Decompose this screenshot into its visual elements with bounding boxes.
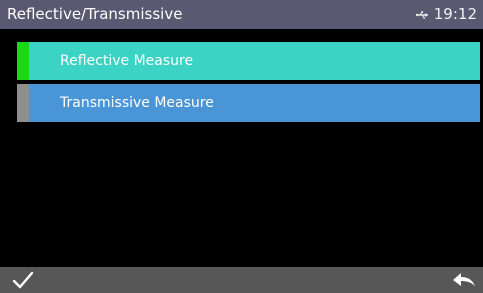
transmissive-measure-item[interactable]: Transmissive Measure	[17, 84, 480, 122]
top-status-bar: Reflective/Transmissive 19:12	[0, 0, 483, 29]
back-arrow-icon[interactable]	[451, 271, 477, 289]
unselected-indicator	[17, 84, 29, 122]
clock-time: 19:12	[433, 5, 477, 23]
page-title: Reflective/Transmissive	[7, 5, 183, 23]
status-area: 19:12	[415, 6, 477, 23]
selected-indicator	[17, 42, 29, 80]
usb-icon	[415, 10, 428, 19]
bottom-action-bar	[0, 267, 483, 293]
checkmark-icon[interactable]	[12, 270, 34, 290]
app-window: Reflective/Transmissive 19:12 Reflective…	[0, 0, 483, 293]
menu-item-label: Transmissive Measure	[60, 95, 214, 111]
menu-item-label: Reflective Measure	[60, 53, 194, 69]
menu-panel: Reflective Measure Transmissive Measure	[10, 29, 480, 267]
reflective-measure-item[interactable]: Reflective Measure	[17, 42, 480, 80]
